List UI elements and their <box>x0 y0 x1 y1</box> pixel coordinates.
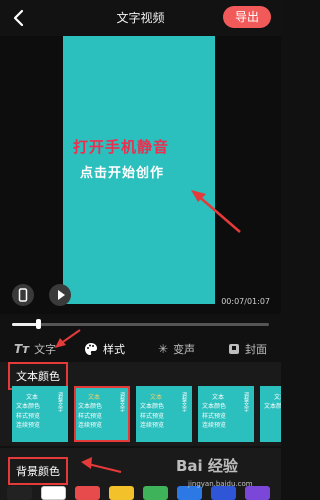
text-tt-icon: Tт <box>14 342 30 356</box>
play-icon <box>58 290 65 300</box>
tab-text[interactable]: Tт 文字 <box>14 341 56 357</box>
phone-portrait-icon <box>18 288 28 302</box>
play-button[interactable] <box>49 284 71 306</box>
thumb-line2: 文本颜色 <box>140 403 165 410</box>
progress-handle[interactable] <box>35 319 41 329</box>
tab-voice-change-label: 变声 <box>173 343 196 356</box>
overlay-text-line2: 点击开始创作 <box>80 166 165 181</box>
export-button[interactable]: 导出 <box>223 6 271 28</box>
timeline-progress[interactable] <box>12 319 269 329</box>
overlay-text-line1: 打开手机静音 <box>73 138 170 156</box>
thumb-line4: 连续预览 <box>140 422 165 429</box>
thumb-line1: 文本 <box>88 394 101 401</box>
tab-style-label: 样式 <box>103 343 125 356</box>
swatch-green[interactable] <box>143 486 168 500</box>
watermark-brand: Bai 经验 <box>176 457 238 475</box>
thumb-side: 调整文字 <box>181 392 187 412</box>
bg-color-label: 背景颜色 <box>8 457 68 485</box>
swatch-red[interactable] <box>75 486 100 500</box>
tab-cover-label: 封面 <box>245 343 267 356</box>
thumb-side: 调整文字 <box>243 392 249 412</box>
thumb-line1: 文本 <box>274 394 281 401</box>
preview-stage: 打开手机静音 点击开始创作 00:07/01:07 <box>0 36 281 314</box>
palette-icon <box>85 343 97 355</box>
thumb-line2: 文本颜色 <box>202 403 227 410</box>
text-style-thumb-4[interactable]: 文本 文本颜色 样式预览 连续预览 调整文字 <box>198 386 254 442</box>
thumb-line2: 文本颜色 <box>78 403 103 410</box>
swatch-dark[interactable] <box>7 486 32 500</box>
tab-voice-change[interactable]: ✳ 变声 <box>158 341 195 357</box>
thumb-line3: 样式预览 <box>78 413 103 420</box>
voice-change-icon: ✳ <box>158 342 169 356</box>
thumb-side: 调整文字 <box>57 392 63 412</box>
cover-icon <box>229 344 239 354</box>
thumb-line3: 样式预览 <box>140 413 165 420</box>
fullscreen-button[interactable] <box>12 284 34 306</box>
top-bar: 文字视频 导出 <box>0 0 281 36</box>
thumb-line2: 文本颜色 <box>16 403 41 410</box>
text-color-thumbnails: 文本 文本颜色 样式预览 连续预览 调整文字 文本 文本颜色 样式预览 连续预览… <box>0 386 281 444</box>
time-readout: 00:07/01:07 <box>221 297 270 306</box>
thumb-line3: 样式预览 <box>202 413 227 420</box>
thumb-line4: 连续预览 <box>16 422 41 429</box>
thumb-line4: 连续预览 <box>202 422 227 429</box>
watermark-url: jingyan.baidu.com <box>188 480 253 488</box>
progress-fill <box>12 323 38 326</box>
thumb-line2: 文本颜色 <box>264 403 281 410</box>
thumb-line1: 文本 <box>150 394 163 401</box>
swatch-yellow[interactable] <box>109 486 134 500</box>
annotation-arrow-video <box>191 190 241 233</box>
thumb-line3: 样式预览 <box>16 413 41 420</box>
text-style-thumb-5[interactable]: 文本 文本颜色 <box>260 386 281 442</box>
text-style-thumb-3[interactable]: 文本 文本颜色 样式预览 连续预览 调整文字 <box>136 386 192 442</box>
text-style-thumb-1[interactable]: 文本 文本颜色 样式预览 连续预览 调整文字 <box>12 386 68 442</box>
tab-style[interactable]: 样式 <box>84 341 125 357</box>
thumb-side: 调整文字 <box>119 392 125 412</box>
thumb-line4: 连续预览 <box>78 422 103 429</box>
thumb-line1: 文本 <box>212 394 225 401</box>
video-preview[interactable]: 打开手机静音 点击开始创作 <box>63 36 215 304</box>
annotation-arrow-tab <box>55 329 81 348</box>
tab-cover[interactable]: 封面 <box>228 341 267 357</box>
baidu-watermark: Bai 经验 jingyan.baidu.com <box>176 455 281 497</box>
thumb-line1: 文本 <box>26 394 39 401</box>
text-style-thumb-2[interactable]: 文本 文本颜色 样式预览 连续预览 调整文字 <box>74 386 130 442</box>
swatch-white[interactable] <box>41 486 66 500</box>
tab-bar: Tт 文字 样式 ✳ 变声 封面 <box>0 329 281 364</box>
annotation-arrow-bg <box>81 457 122 473</box>
